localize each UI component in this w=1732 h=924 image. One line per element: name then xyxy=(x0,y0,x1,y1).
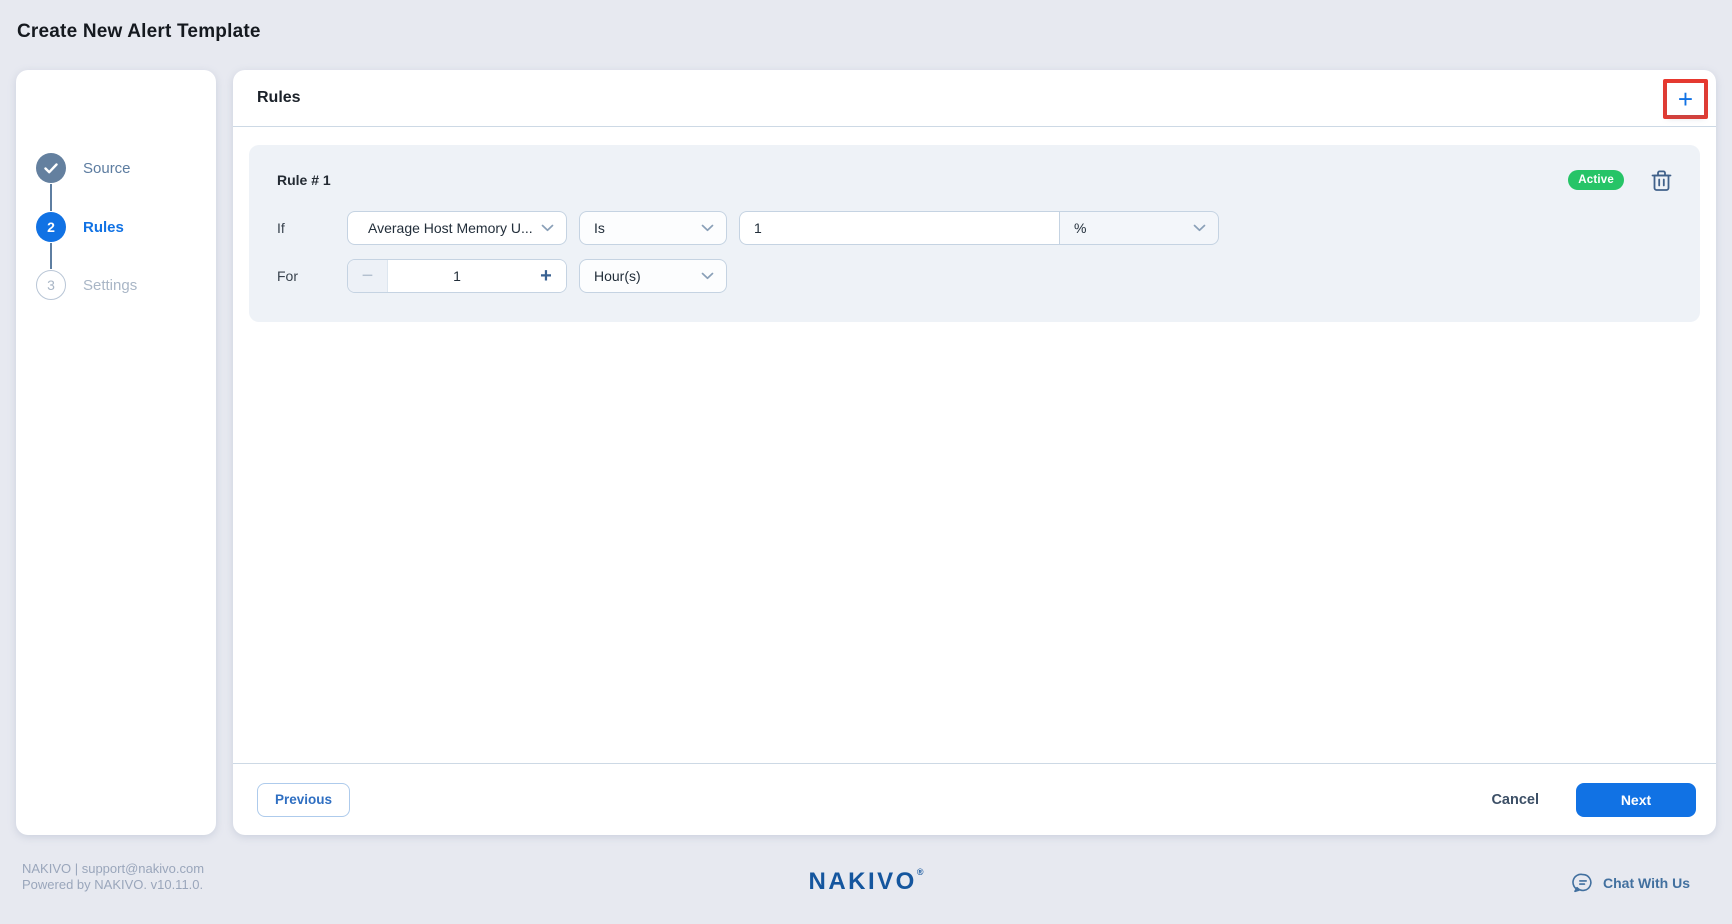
operator-select-value: Is xyxy=(594,220,605,236)
step-number: 2 xyxy=(47,219,55,235)
trash-icon xyxy=(1651,169,1672,192)
duration-unit-value: Hour(s) xyxy=(594,268,641,284)
if-label: If xyxy=(277,220,347,236)
step-label: Rules xyxy=(83,219,124,236)
duration-value-input[interactable] xyxy=(388,260,526,292)
rule-card: Rule # 1 Active If xyxy=(249,145,1700,322)
unit-select[interactable]: % xyxy=(1059,211,1219,245)
panel-title: Rules xyxy=(257,89,301,107)
rule-duration-row: For − + Hour(s) xyxy=(277,259,1672,293)
step-completed-circle xyxy=(36,153,66,183)
chat-with-us-button[interactable]: Chat With Us xyxy=(1572,872,1690,894)
duration-controls: − + Hour(s) xyxy=(347,259,727,293)
chat-label: Chat With Us xyxy=(1603,875,1690,891)
wizard-footer: Previous Cancel Next xyxy=(233,763,1716,835)
stepper-connector xyxy=(50,184,52,211)
step-number-circle: 2 xyxy=(36,212,66,242)
page-title: Create New Alert Template xyxy=(17,21,261,43)
rule-condition-row: If Average Host Memory U... Is xyxy=(277,211,1672,245)
rules-panel-header: Rules + xyxy=(233,70,1716,127)
registered-mark: ® xyxy=(917,867,924,877)
chat-bubble-icon xyxy=(1572,872,1594,894)
increment-button[interactable]: + xyxy=(526,260,566,292)
step-label: Source xyxy=(83,160,131,177)
rule-title: Rule # 1 xyxy=(277,172,331,188)
delete-rule-button[interactable] xyxy=(1651,169,1672,192)
rules-panel: Rules + Rule # 1 Active xyxy=(233,70,1716,835)
wizard-stepper-sidebar: Source 2 Rules 3 Settings xyxy=(16,70,216,835)
condition-controls: Average Host Memory U... Is % xyxy=(347,211,1219,245)
chevron-down-icon xyxy=(1193,224,1206,232)
stepper-item-settings[interactable]: 3 Settings xyxy=(36,270,137,300)
check-icon xyxy=(44,163,58,174)
brand-text: NAKIVO xyxy=(809,868,917,895)
previous-button[interactable]: Previous xyxy=(257,783,350,817)
next-button[interactable]: Next xyxy=(1576,783,1696,817)
metric-select-value: Average Host Memory U... xyxy=(368,220,533,236)
status-badge: Active xyxy=(1568,170,1624,190)
step-label: Settings xyxy=(83,277,137,294)
stepper-connector xyxy=(50,243,52,269)
chevron-down-icon xyxy=(701,224,714,232)
nakivo-logo: NAKIVO® xyxy=(0,867,1732,896)
stepper-item-source[interactable]: Source xyxy=(36,153,131,183)
chevron-down-icon xyxy=(701,272,714,280)
cancel-button[interactable]: Cancel xyxy=(1485,791,1545,809)
threshold-input-group: % xyxy=(739,211,1219,245)
rule-card-header: Rule # 1 Active xyxy=(277,170,1672,190)
threshold-value-input[interactable] xyxy=(739,211,1059,245)
rule-actions: Active xyxy=(1568,169,1672,192)
step-number: 3 xyxy=(47,277,55,293)
decrement-button[interactable]: − xyxy=(348,260,388,292)
step-number-circle: 3 xyxy=(36,270,66,300)
annotation-highlight-box: + xyxy=(1663,79,1708,119)
metric-select[interactable]: Average Host Memory U... xyxy=(347,211,567,245)
for-label: For xyxy=(277,268,347,284)
duration-stepper: − + xyxy=(347,259,567,293)
add-rule-button[interactable]: + xyxy=(1667,83,1704,115)
operator-select[interactable]: Is xyxy=(579,211,727,245)
stepper-item-rules[interactable]: 2 Rules xyxy=(36,212,124,242)
duration-unit-select[interactable]: Hour(s) xyxy=(579,259,727,293)
unit-select-value: % xyxy=(1074,220,1086,236)
chevron-down-icon xyxy=(541,224,554,232)
